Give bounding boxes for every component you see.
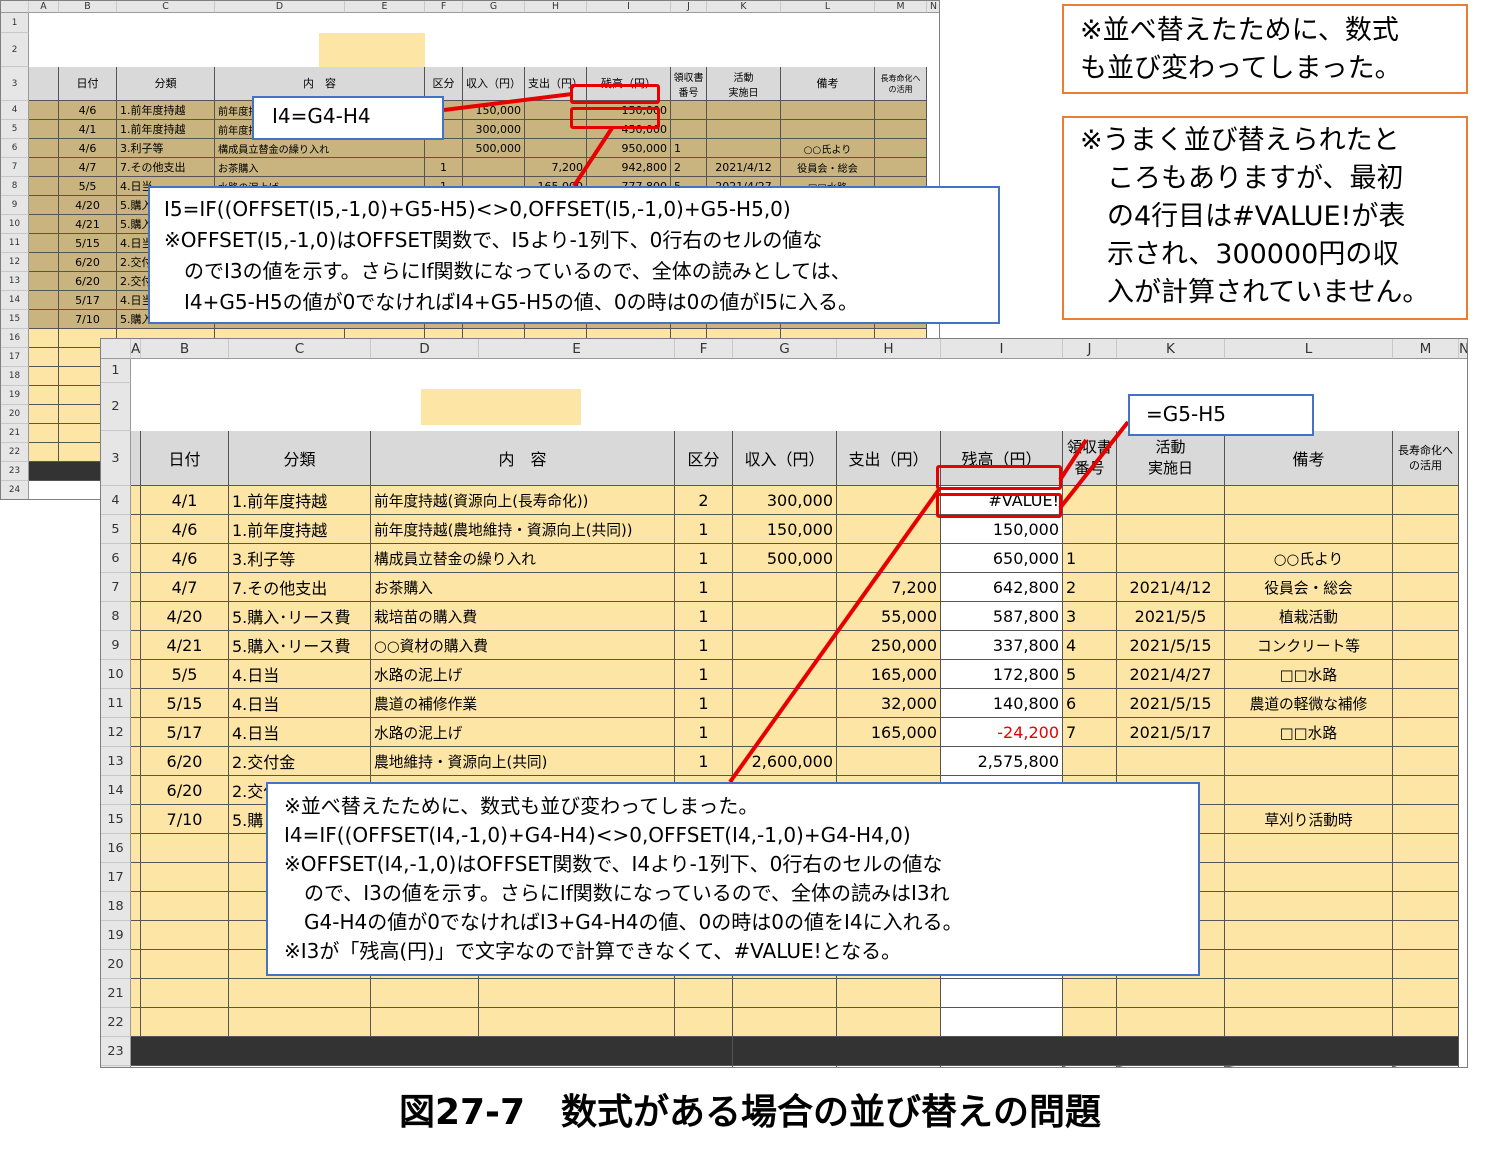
note-line: ※OFFSET(I4,-1,0)はOFFSET関数で、I4より-1列下、0行右の…: [284, 852, 943, 876]
highlight-front-i4: [936, 465, 1062, 490]
figure-caption: 図27-7 数式がある場合の並び替えの問題: [398, 1092, 1102, 1133]
note-line: も並び変わってしまった。: [1080, 53, 1402, 84]
highlight-back-i5: [570, 107, 660, 129]
note-line: I4+G5-H5の値が0でなければI4+G5-H5の値、0の時は0の値がI5に入…: [164, 290, 858, 314]
note-line: 入が計算されていません。: [1080, 277, 1430, 308]
note-i5-formula: I5=IF((OFFSET(I5,-1,0)+G5-H5)<>0,OFFSET(…: [148, 186, 1000, 324]
note-line: ので、I3の値を示す。さらにIf関数になっているので、全体の読みはI3れ: [284, 881, 950, 905]
note-value-error: ※うまく並び替えられたと ころもありますが、最初 の4行目は#VALUE!が表 …: [1062, 116, 1468, 320]
note-g5h5-label: =G5-H5: [1128, 394, 1314, 436]
note-line: ※うまく並び替えられたと: [1080, 125, 1400, 156]
note-line: の4行目は#VALUE!が表: [1080, 201, 1406, 232]
note-line: ※並べ替えたために、数式: [1080, 15, 1399, 46]
note-i4-formula: ※並べ替えたために、数式も並び変わってしまった。 I4=IF((OFFSET(I4…: [266, 782, 1200, 976]
note-line: のでI3の値を示す。さらにIf関数になっているので、全体の読みとしては、: [164, 259, 851, 283]
note-line: ころもありますが、最初: [1080, 163, 1404, 194]
note-line: G4-H4の値が0でなければI3+G4-H4の値、0の時は0の値をI4に入れる。: [284, 910, 963, 934]
note-line: ※OFFSET(I5,-1,0)はOFFSET関数で、I5より-1列下、0行右の…: [164, 228, 823, 252]
note-sort-formula-moved: ※並べ替えたために、数式 も並び変わってしまった。: [1062, 4, 1468, 94]
highlight-back-i4: [570, 84, 660, 104]
note-i4-label: I4=G4-H4: [252, 96, 444, 140]
highlight-front-i5: [936, 493, 1062, 518]
note-line: ※並べ替えたために、数式も並び変わってしまった。: [284, 794, 759, 818]
note-line: I5=IF((OFFSET(I5,-1,0)+G5-H5)<>0,OFFSET(…: [164, 197, 791, 221]
note-line: ※I3が「残高(円)」で文字なので計算できなくて、#VALUE!となる。: [284, 939, 902, 963]
note-line: I4=IF((OFFSET(I4,-1,0)+G4-H4)<>0,OFFSET(…: [284, 823, 911, 847]
note-line: 示され、300000円の収: [1080, 239, 1400, 270]
